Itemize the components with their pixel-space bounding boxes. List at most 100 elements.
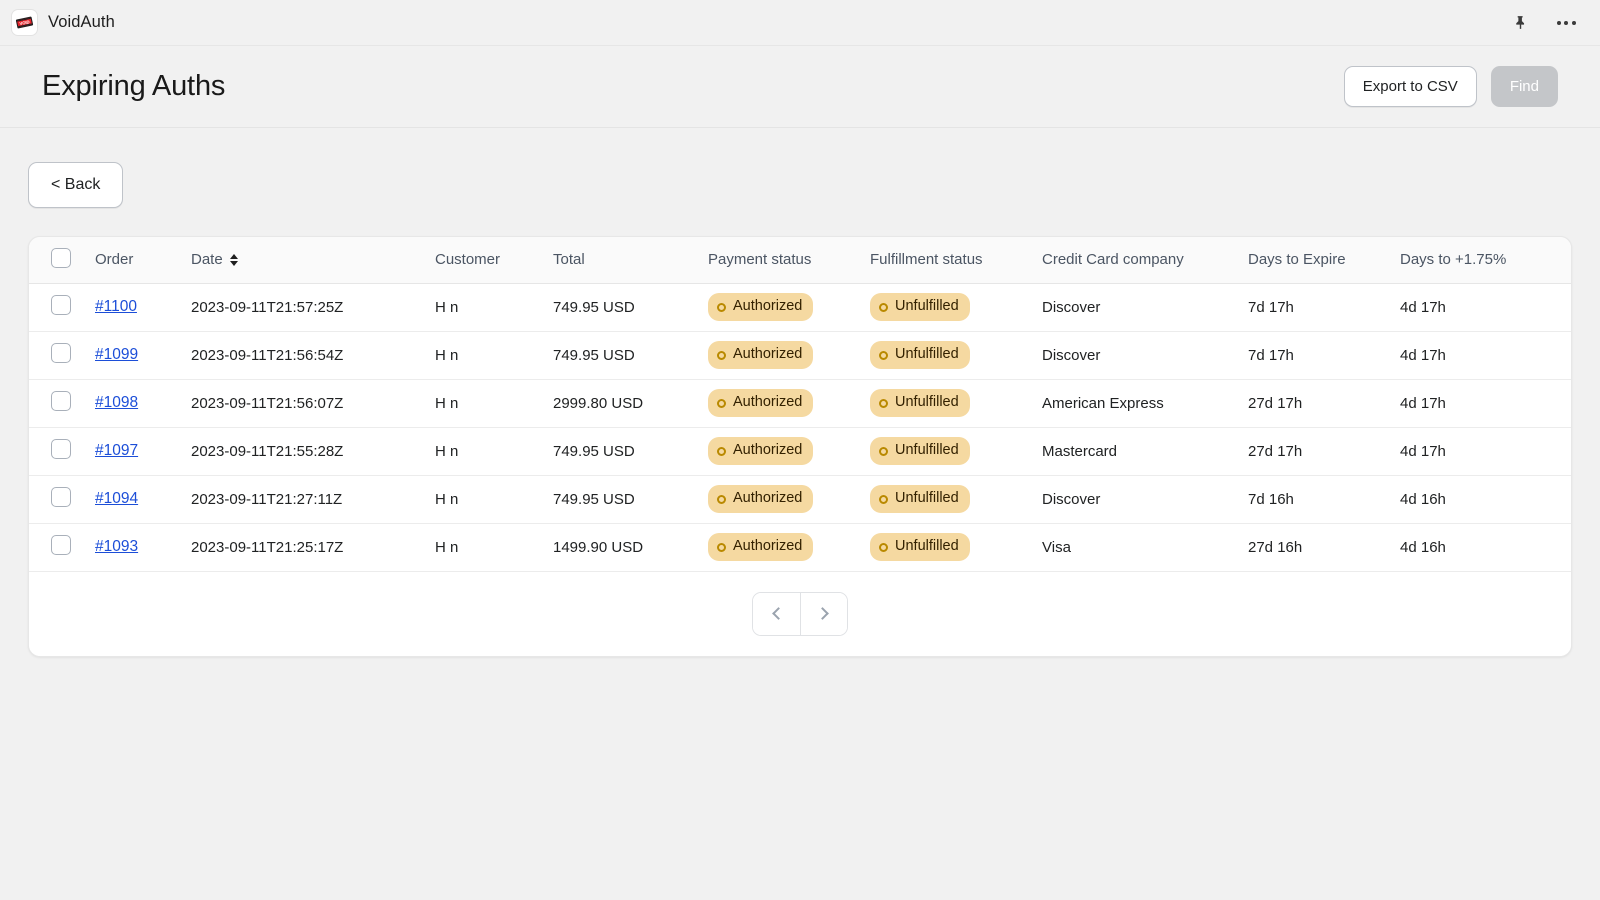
table-header-row: Order Date Customer Total Payment status… xyxy=(29,237,1571,284)
table-row[interactable]: #1094 2023-09-11T21:27:11Z H n 749.95 USD Au… xyxy=(29,474,1571,523)
order-link[interactable]: #1099 xyxy=(95,346,138,363)
fulfillment-status-label: Unfulfilled xyxy=(895,538,959,555)
export-to-csv-button[interactable]: Export to CSV xyxy=(1343,66,1477,107)
cell-days-to-increment: 4d 16h xyxy=(1400,474,1571,523)
cell-days-to-increment: 4d 17h xyxy=(1400,330,1571,379)
cell-credit-card-company: Discover xyxy=(1042,298,1101,316)
payment-status-badge: Authorized xyxy=(708,437,814,465)
table-row[interactable]: #1099 2023-09-11T21:56:54Z H n 749.95 USD Au… xyxy=(29,330,1571,379)
appbar-actions xyxy=(1508,11,1578,35)
status-ring-icon xyxy=(879,542,888,552)
cell-credit-card-company: Discover xyxy=(1042,330,1248,379)
header-actions: Export to CSV Find xyxy=(1343,66,1558,107)
row-checkbox[interactable] xyxy=(51,439,71,459)
fulfillment-status-badge: Unfulfilled xyxy=(870,293,970,321)
cell-customer: H n xyxy=(435,474,553,523)
table-row[interactable]: #1097 2023-09-11T21:55:28Z H n 749.95 USD Au… xyxy=(29,426,1571,475)
cell-credit-card-company: Discover xyxy=(1042,474,1248,523)
column-header-credit-card-company[interactable]: Credit Card company xyxy=(1042,237,1248,284)
cell-days-to-increment: 4d 17h xyxy=(1400,378,1571,427)
order-link[interactable]: #1094 xyxy=(95,490,138,507)
cell-fulfillment-status: Unfulfilled xyxy=(870,522,1042,572)
next-page-button[interactable] xyxy=(800,592,847,635)
orders-table-card: Order Date Customer Total Payment status… xyxy=(28,236,1572,657)
column-header-order[interactable]: Order xyxy=(95,237,191,284)
cell-credit-card-company: American Express xyxy=(1042,378,1248,427)
row-checkbox[interactable] xyxy=(51,487,71,507)
payment-status-label: Authorized xyxy=(733,394,803,411)
pagination-area xyxy=(29,571,1571,656)
fulfillment-status-label: Unfulfilled xyxy=(895,490,959,507)
column-header-total[interactable]: Total xyxy=(553,237,708,284)
fulfillment-status-badge: Unfulfilled xyxy=(870,533,970,561)
fulfillment-status-badge: Unfulfilled xyxy=(870,389,970,417)
row-select-cell xyxy=(29,330,95,379)
cell-payment-status: Authorized xyxy=(708,522,870,572)
payment-status-label: Authorized xyxy=(733,298,803,315)
cell-credit-card-company: Visa xyxy=(1042,522,1248,572)
cell-order: #1100 xyxy=(95,283,191,331)
app-title: VoidAuth xyxy=(48,13,115,31)
column-header-days-to-increment[interactable]: Days to +1.75% xyxy=(1400,237,1571,284)
cell-days-to-expire: 7d 16h xyxy=(1248,474,1400,523)
cell-payment-status: Authorized xyxy=(708,283,870,331)
chevron-left-icon xyxy=(771,607,785,620)
cell-customer: H n xyxy=(435,298,459,316)
order-link[interactable]: #1097 xyxy=(95,442,138,459)
cell-total: 749.95 USD xyxy=(553,426,708,475)
status-ring-icon xyxy=(879,302,888,312)
cell-date: 2023-09-11T21:57:25Z xyxy=(191,298,344,316)
status-ring-icon xyxy=(717,494,726,504)
cell-order: #1094 xyxy=(95,474,191,523)
more-horizontal-icon[interactable] xyxy=(1554,11,1578,35)
column-header-fulfillment-status[interactable]: Fulfillment status xyxy=(870,237,1042,284)
column-header-payment-status[interactable]: Payment status xyxy=(708,237,870,284)
table-row[interactable]: #1098 2023-09-11T21:56:07Z H n 2999.80 USD A… xyxy=(29,378,1571,427)
order-link[interactable]: #1098 xyxy=(95,394,138,411)
order-link[interactable]: #1100 xyxy=(95,298,137,315)
column-header-days-to-expire[interactable]: Days to Expire xyxy=(1248,237,1400,284)
row-checkbox[interactable] xyxy=(51,295,71,315)
cell-total: 749.95 USD xyxy=(553,330,708,379)
fulfillment-status-badge: Unfulfilled xyxy=(870,341,970,369)
cell-days-to-increment: 4d 17h xyxy=(1400,298,1446,316)
select-all-checkbox[interactable] xyxy=(51,247,71,268)
column-header-customer[interactable]: Customer xyxy=(435,237,553,284)
cell-customer: H n xyxy=(435,330,553,379)
cell-days-to-expire: 7d 17h xyxy=(1248,330,1400,379)
orders-table-body: #1100 2023-09-11T21:57:25Z H n 749.95 USD Au… xyxy=(29,283,1571,572)
payment-status-badge: Authorized xyxy=(708,341,814,369)
order-link[interactable]: #1093 xyxy=(95,538,138,555)
fulfillment-status-label: Unfulfilled xyxy=(895,346,959,363)
status-ring-icon xyxy=(879,350,888,360)
cell-order: #1097 xyxy=(95,426,191,475)
cell-date: 2023-09-11T21:56:54Z xyxy=(191,330,435,379)
cell-fulfillment-status: Unfulfilled xyxy=(870,378,1042,427)
find-button[interactable]: Find xyxy=(1490,66,1558,107)
table-row[interactable]: #1093 2023-09-11T21:25:17Z H n 1499.90 USD A… xyxy=(29,522,1571,572)
row-select-cell xyxy=(29,378,95,427)
table-row[interactable]: #1100 2023-09-11T21:57:25Z H n 749.95 USD Au… xyxy=(29,283,1571,331)
pushpin-icon[interactable] xyxy=(1508,11,1532,35)
cell-total: 2999.80 USD xyxy=(553,378,708,427)
cell-date: 2023-09-11T21:25:17Z xyxy=(191,522,435,572)
cell-days-to-expire: 27d 17h xyxy=(1248,378,1400,427)
cell-credit-card-company: Mastercard xyxy=(1042,426,1248,475)
status-ring-icon xyxy=(879,398,888,408)
row-checkbox[interactable] xyxy=(51,391,71,411)
app-titlebar: VOID VoidAuth xyxy=(0,0,1600,46)
back-button[interactable]: < Back xyxy=(28,162,124,208)
row-checkbox[interactable] xyxy=(51,343,71,363)
orders-table: Order Date Customer Total Payment status… xyxy=(29,237,1571,572)
column-header-date[interactable]: Date xyxy=(191,237,435,284)
date-sort-control[interactable]: Date xyxy=(191,251,238,268)
cell-customer: H n xyxy=(435,522,553,572)
app-identity: VOID VoidAuth xyxy=(12,10,115,35)
previous-page-button[interactable] xyxy=(753,592,800,635)
row-checkbox[interactable] xyxy=(51,535,71,555)
sort-updown-icon xyxy=(229,253,238,266)
cell-fulfillment-status: Unfulfilled xyxy=(870,330,1042,379)
select-all-header xyxy=(29,237,95,284)
status-ring-icon xyxy=(879,494,888,504)
cell-customer: H n xyxy=(435,378,553,427)
